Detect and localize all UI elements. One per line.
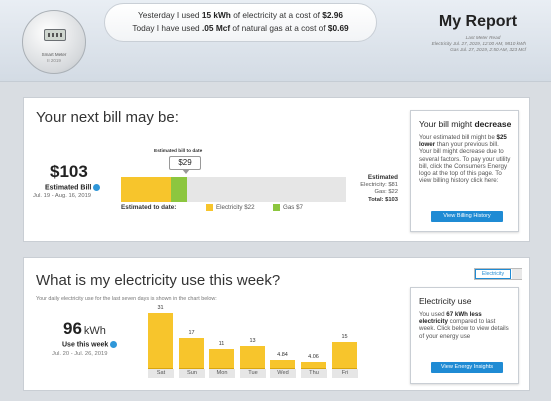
card-title: Your bill might decrease [419,119,512,129]
bar-fri[interactable] [332,342,357,369]
day-label: Mon [209,369,235,378]
gas-segment [171,177,187,202]
bar-wed[interactable] [270,360,295,369]
week-label: Use this week [62,341,118,348]
gas-swatch [273,204,280,211]
yesterday-cost: $2.96 [322,10,343,20]
page-title: My Report [438,13,518,30]
info-icon[interactable] [93,184,101,191]
electricity-use-panel: What is my electricity use this week? El… [23,257,530,391]
bar-mon[interactable] [209,349,234,369]
bill-to-date-callout: $29 [169,156,201,174]
bar-sun[interactable] [179,338,204,369]
electricity-use-card: Electricity use You used 67 kWh less ele… [410,287,519,384]
bar-thu[interactable] [301,362,326,369]
bill-to-date-label: Estimated bill to date [154,149,203,154]
day-label: Thu [301,369,327,378]
view-billing-history-button[interactable]: View Billing History [431,211,503,222]
estimated-bill-amount: $103 [50,162,88,181]
bill-decrease-card: Your bill might decrease Your estimated … [410,110,519,232]
week-dates: Jul. 20 - Jul. 26, 2019 [52,351,108,357]
next-bill-panel: Your next bill may be: $103 Estimated Bi… [23,97,530,242]
bar-sat[interactable] [148,313,173,369]
electricity-segment [121,177,171,202]
day-label: Fri [332,369,358,378]
estimated-breakdown: Estimated Electricity: $81 Gas: $22 Tota… [360,174,398,203]
usage-message-bubble: Yesterday I used 15 kWh of electricity a… [104,3,377,42]
electricity-use-title: What is my electricity use this week? [36,272,281,289]
legend-electricity: Electricity $22 [206,204,255,211]
yesterday-message: Yesterday I used 15 kWh of electricity a… [138,10,343,20]
meter-display [44,29,66,41]
fuel-toggle: Electricity [474,268,522,280]
day-label: Sat [148,369,174,378]
electricity-toggle-button[interactable]: Electricity [475,269,511,279]
bar-value-label: 4.84 [277,352,288,358]
info-icon[interactable] [110,341,118,348]
billing-period: Jul. 19 - Aug. 16, 2019 [33,193,92,199]
today-message: Today I have used .05 Mcf of natural gas… [132,23,349,33]
day-label: Tue [240,369,266,378]
chart-subtitle: Your daily electricity use for the last … [36,296,217,302]
card-body: Your estimated bill might be $25 lower t… [419,134,511,185]
bar-value-label: 11 [218,341,225,347]
card-body: You used 67 kWh less electricity compare… [419,311,509,340]
meter-label: Smart Meter [41,52,67,57]
weekly-total: 96 kWh [63,319,106,338]
bar-value-label: 13 [249,338,256,344]
bar-value-label: 4.06 [308,354,319,360]
bar-value-label: 31 [157,305,164,311]
estimated-bill-label: Estimated Bill [45,184,101,191]
electricity-swatch [206,204,213,211]
bar-tue[interactable] [240,346,265,369]
last-meter-read: Last Meter Read Electricity Jul. 27, 201… [431,35,526,52]
bill-progress-bar [121,177,346,202]
yesterday-kwh: 15 kWh [201,10,231,20]
today-cost: $0.69 [327,23,349,33]
view-energy-insights-button[interactable]: View Energy Insights [431,362,503,373]
gas-toggle-button[interactable] [512,269,522,279]
bar-value-label: 15 [341,334,348,340]
header: Smart Meter II 2019 Yesterday I used 15 … [0,0,551,82]
legend-gas: Gas $7 [273,204,303,211]
bar-value-label: 17 [188,330,195,336]
today-mcf: .05 Mcf [201,23,231,33]
card-title: Electricity use [419,296,472,306]
smart-meter-icon: Smart Meter II 2019 [22,10,86,74]
meter-sublabel: II 2019 [47,58,61,63]
day-label: Wed [270,369,296,378]
to-date-label: Estimated to date: [121,204,177,211]
next-bill-title: Your next bill may be: [36,109,179,126]
day-label: Sun [179,369,205,378]
